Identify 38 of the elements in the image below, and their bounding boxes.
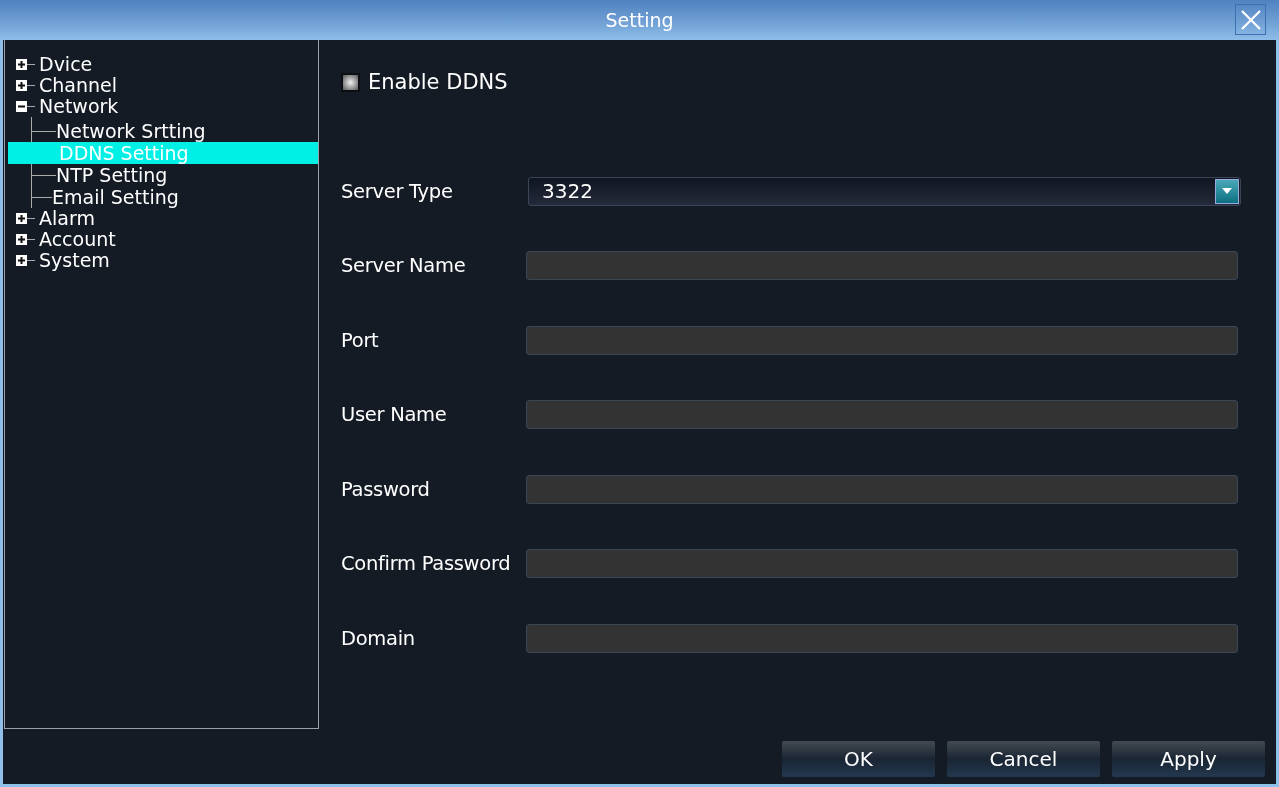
tree-item[interactable]: Dvice <box>39 54 93 75</box>
dropdown[interactable]: 3322 <box>528 176 1241 206</box>
field-label: Password <box>341 477 431 501</box>
expand-icon[interactable] <box>16 80 27 91</box>
field-label: Server Name <box>341 254 467 278</box>
tree-item[interactable]: Alarm <box>39 208 95 229</box>
collapse-icon[interactable] <box>16 101 27 112</box>
tree-item[interactable]: System <box>39 250 110 271</box>
field-label: Confirm Password <box>341 552 512 576</box>
expand-icon[interactable] <box>16 255 27 266</box>
dialog-button[interactable]: Apply <box>1112 741 1265 777</box>
input-field[interactable] <box>526 549 1238 579</box>
input-field[interactable] <box>526 325 1238 355</box>
field-label: Domain <box>341 626 416 650</box>
input-field[interactable] <box>526 623 1238 653</box>
tree-item[interactable]: Network <box>39 96 119 117</box>
expand-icon[interactable] <box>16 213 27 224</box>
tree-item[interactable]: Account <box>39 229 116 250</box>
expand-icon[interactable] <box>16 234 27 245</box>
tree-item[interactable]: Network Srtting <box>56 120 206 142</box>
tree-item[interactable]: NTP Setting <box>56 164 168 186</box>
input-field[interactable] <box>526 474 1238 504</box>
expand-icon[interactable] <box>16 59 27 70</box>
close-button[interactable] <box>1235 4 1266 35</box>
dialog-button[interactable]: Cancel <box>947 741 1100 777</box>
input-field[interactable] <box>526 251 1238 281</box>
caret-icon <box>1222 188 1232 195</box>
dialog-button[interactable]: OK <box>782 741 935 777</box>
window-title: Setting <box>605 9 674 31</box>
tree-item[interactable]: Email Setting <box>52 186 179 208</box>
close-icon <box>1239 8 1262 31</box>
field-label: Server Type <box>341 179 454 203</box>
field-label: Port <box>341 328 380 352</box>
field-label: User Name <box>341 403 448 427</box>
checkbox[interactable] <box>341 72 360 92</box>
checkbox-label: Enable DDNS <box>368 70 508 94</box>
tree-item[interactable]: Channel <box>39 75 117 96</box>
input-field[interactable] <box>526 400 1238 430</box>
